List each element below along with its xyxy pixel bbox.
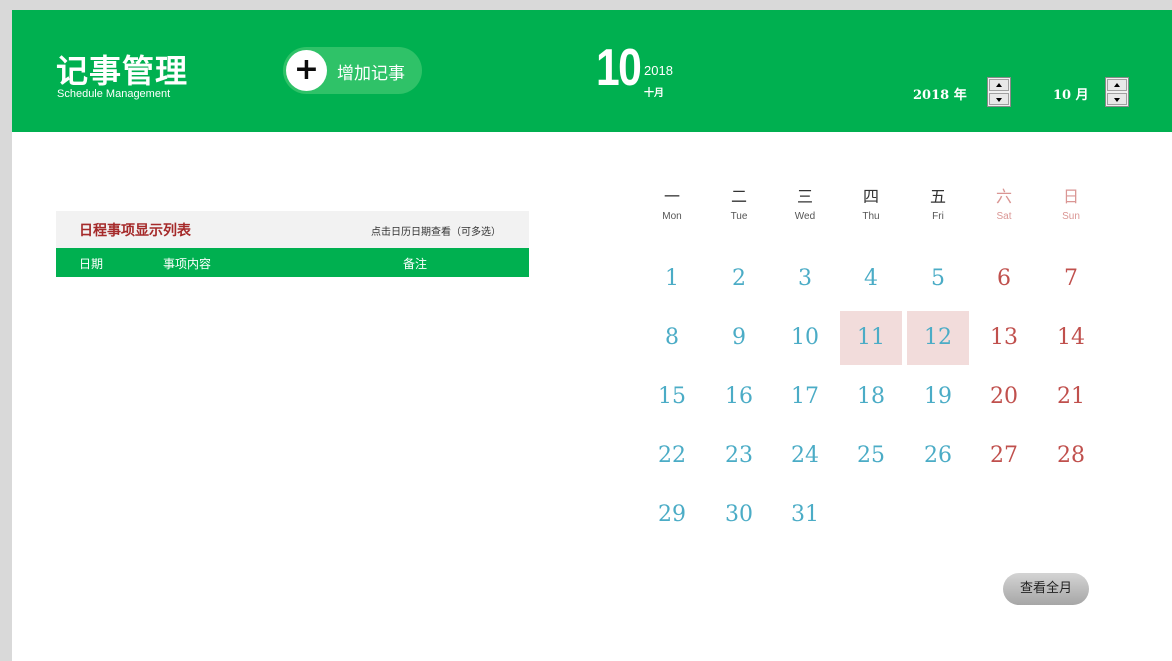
weekday-cn: 五: [929, 187, 946, 206]
month-selector-value: 10 月: [1053, 88, 1089, 103]
calendar-day[interactable]: 16: [708, 370, 770, 424]
calendar-day[interactable]: 10: [774, 311, 836, 365]
calendar-day[interactable]: 28: [1040, 429, 1102, 483]
weekday-cn: 二: [730, 187, 747, 206]
calendar-day[interactable]: 23: [708, 429, 770, 483]
month-spinner: [1105, 77, 1129, 107]
weekday-en: Fri: [932, 211, 944, 222]
current-month-cn: 十月: [644, 88, 664, 99]
plus-icon: +: [286, 50, 327, 91]
column-header-content: 事项内容: [163, 257, 212, 271]
month-up-arrow-icon[interactable]: [1107, 79, 1127, 91]
header-bar: 记事管理 Schedule Management + 增加记事 10 2018 …: [12, 10, 1172, 132]
calendar-day[interactable]: 27: [973, 429, 1035, 483]
weekday-cn: 一: [663, 187, 680, 206]
year-up-arrow-icon[interactable]: [989, 79, 1009, 91]
view-full-month-button[interactable]: 查看全月: [1003, 573, 1089, 605]
calendar-day[interactable]: 18: [840, 370, 902, 424]
weekday-cn: 四: [862, 187, 879, 206]
year-spinner: [987, 77, 1011, 107]
calendar-day[interactable]: 26: [907, 429, 969, 483]
month-down-arrow-icon[interactable]: [1107, 93, 1127, 105]
weekday-en: Sun: [1062, 211, 1080, 222]
weekday-header-0: 一 Mon: [642, 186, 702, 222]
schedule-list-title: 日程事项显示列表: [79, 223, 191, 239]
current-month-number: 10: [596, 39, 642, 97]
weekday-en: Thu: [862, 211, 880, 222]
calendar-day[interactable]: 21: [1040, 370, 1102, 424]
calendar-day[interactable]: 8: [641, 311, 703, 365]
weekday-en: Sat: [996, 211, 1012, 222]
weekday-header-1: 二 Tue: [709, 186, 769, 222]
calendar-day[interactable]: 20: [973, 370, 1035, 424]
calendar-day[interactable]: 29: [641, 488, 703, 542]
weekday-header-5: 六 Sat: [974, 186, 1034, 222]
weekday-cn: 三: [796, 187, 813, 206]
calendar-day[interactable]: 1: [641, 252, 703, 306]
calendar-day[interactable]: 3: [774, 252, 836, 306]
calendar-day[interactable]: 2: [708, 252, 770, 306]
year-selector-value: 2018 年: [913, 88, 967, 103]
weekday-header-3: 四 Thu: [841, 186, 901, 222]
calendar-day[interactable]: 14: [1040, 311, 1102, 365]
calendar-day[interactable]: 12: [907, 311, 969, 365]
calendar-day[interactable]: 22: [641, 429, 703, 483]
current-year: 2018: [644, 63, 673, 78]
calendar-day[interactable]: 11: [840, 311, 902, 365]
weekday-en: Wed: [794, 211, 816, 222]
calendar-day[interactable]: 30: [708, 488, 770, 542]
schedule-list-header: 日程事项显示列表 点击日历日期查看（可多选）: [56, 211, 529, 248]
weekday-en: Tue: [730, 211, 748, 222]
calendar-day[interactable]: 31: [774, 488, 836, 542]
add-note-button[interactable]: + 增加记事: [283, 47, 422, 94]
weekday-cn: 六: [995, 187, 1012, 206]
column-header-date: 日期: [79, 257, 104, 271]
calendar-day[interactable]: 13: [973, 311, 1035, 365]
calendar-day[interactable]: 5: [907, 252, 969, 306]
calendar-day[interactable]: 19: [907, 370, 969, 424]
calendar-day[interactable]: 25: [840, 429, 902, 483]
app-title: 记事管理: [56, 52, 189, 90]
calendar-day[interactable]: 17: [774, 370, 836, 424]
calendar-day[interactable]: 9: [708, 311, 770, 365]
calendar-day[interactable]: 6: [973, 252, 1035, 306]
sheet: 记事管理 Schedule Management + 增加记事 10 2018 …: [12, 10, 1172, 661]
calendar-day[interactable]: 15: [641, 370, 703, 424]
weekday-header-6: 日 Sun: [1041, 186, 1101, 222]
app-subtitle: Schedule Management: [57, 88, 171, 100]
calendar-day[interactable]: 4: [840, 252, 902, 306]
calendar-day[interactable]: 24: [774, 429, 836, 483]
column-header-note: 备注: [403, 257, 428, 271]
schedule-list-hint: 点击日历日期查看（可多选）: [371, 227, 501, 238]
schedule-column-headers: 日期 事项内容 备注: [56, 248, 529, 277]
calendar-day[interactable]: 7: [1040, 252, 1102, 306]
weekday-cn: 日: [1062, 187, 1079, 206]
weekday-header-4: 五 Fri: [908, 186, 968, 222]
add-note-label: 增加记事: [337, 64, 405, 84]
year-down-arrow-icon[interactable]: [989, 93, 1009, 105]
weekday-header-2: 三 Wed: [775, 186, 835, 222]
weekday-en: Mon: [662, 211, 682, 222]
